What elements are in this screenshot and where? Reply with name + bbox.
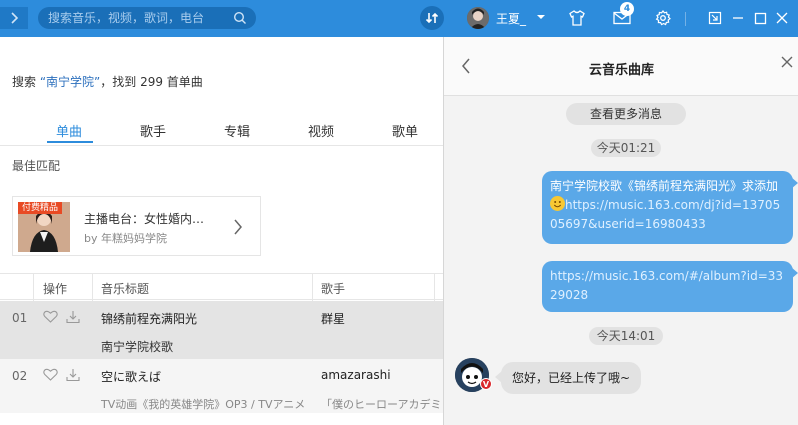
song-artist[interactable]: amazarashi <box>321 368 391 382</box>
received-message-bubble: 您好，已经上传了哦~ <box>501 362 642 394</box>
bubble-tail <box>791 177 798 189</box>
timestamp: 今天01:21 <box>591 139 661 157</box>
search-icon[interactable] <box>233 11 247 25</box>
card-by-prefix: by <box>84 232 101 245</box>
header-actions: 操作 <box>43 282 68 296</box>
search-result-count: ，找到 299 首单曲 <box>100 75 203 89</box>
smiley-emoji-icon <box>550 196 565 211</box>
sent-message-bubble: https://music.163.com/#/album?id=3329028 <box>542 261 793 312</box>
search-summary-prefix: 搜索 <box>12 75 40 89</box>
tab-songs[interactable]: 单曲 <box>56 121 82 140</box>
song-alias: TV动画《我的英雄学院》OP3 / TVアニメ <box>101 398 306 411</box>
nav-back-icon <box>11 12 19 24</box>
card-subtitle: by 年糕妈妈学院 <box>84 230 167 246</box>
nav-back-button[interactable] <box>0 7 28 29</box>
best-match-card[interactable]: 付费精品 主播电台：女性婚内… by 年糕妈妈学院 <box>12 196 261 256</box>
tab-playlists[interactable]: 歌单 <box>392 121 418 140</box>
tab-artists[interactable]: 歌手 <box>140 121 166 140</box>
minimize-icon[interactable] <box>727 7 749 29</box>
tab-videos[interactable]: 视频 <box>308 121 334 140</box>
bubble-tail <box>791 267 798 279</box>
card-cover-image: 付费精品 <box>18 202 70 252</box>
mini-mode-icon[interactable] <box>704 7 726 29</box>
chevron-right-icon <box>234 219 242 235</box>
search-input[interactable] <box>48 11 228 25</box>
close-icon[interactable] <box>771 7 793 29</box>
close-icon[interactable] <box>781 56 793 68</box>
song-artist[interactable]: 群星 <box>321 310 345 327</box>
table-row <box>0 413 443 425</box>
user-name[interactable]: 王夏_ <box>496 10 526 27</box>
download-icon[interactable] <box>66 368 80 382</box>
message-title: 云音乐曲库 <box>588 63 654 78</box>
vip-badge: V <box>480 378 492 390</box>
card-title: 主播电台：女性婚内… <box>84 212 205 226</box>
sync-icon[interactable] <box>420 6 444 30</box>
tshirt-icon[interactable] <box>566 7 588 29</box>
best-match-heading: 最佳匹配 <box>12 159 61 173</box>
row-index: 01 <box>12 311 28 325</box>
timestamp: 今天14:01 <box>589 327 663 345</box>
tab-albums[interactable]: 专辑 <box>224 121 250 140</box>
song-title[interactable]: 锦绣前程充满阳光 <box>101 310 197 327</box>
tabs-divider <box>0 145 443 146</box>
search-keyword: “南宁学院” <box>39 75 101 89</box>
download-icon[interactable] <box>66 310 80 324</box>
top-bar: 王夏_ 4 <box>0 0 798 37</box>
header-artist[interactable]: 歌手 <box>321 280 345 297</box>
paid-badge: 付费精品 <box>18 202 63 214</box>
table-row[interactable]: 02 空に歌えば amazarashi TV动画《我的英雄学院》OP3 / TV… <box>0 359 443 413</box>
search-summary: 搜索 “南宁学院”，找到 299 首单曲 <box>12 73 203 90</box>
table-row[interactable]: 01 锦绣前程充满阳光 群星 南宁学院校歌 <box>0 301 443 359</box>
message-text: 南宁学院校歌《锦绣前程充满阳光》求添加 <box>550 179 779 193</box>
toolbar-divider <box>685 12 686 26</box>
song-alias-artist: 「僕のヒーローアカデミ <box>321 398 442 411</box>
heart-icon[interactable] <box>43 368 58 381</box>
header-title[interactable]: 音乐标题 <box>101 280 149 297</box>
row-index: 02 <box>12 369 28 383</box>
song-title[interactable]: 空に歌えば <box>101 368 161 385</box>
result-tabs: 单曲 歌手 专辑 视频 歌单 <box>0 121 443 151</box>
gear-icon[interactable] <box>652 7 674 29</box>
table-header: 操作 音乐标题 歌手 <box>0 273 443 301</box>
mail-count-badge: 4 <box>620 2 634 16</box>
view-more-messages-button[interactable]: 查看更多消息 <box>566 103 686 125</box>
user-avatar[interactable] <box>467 7 489 29</box>
message-header: 云音乐曲库 <box>444 37 798 96</box>
chevron-down-icon[interactable] <box>535 9 547 25</box>
message-link[interactable]: https://music.163.com/dj?id=1370505697&u… <box>550 198 780 231</box>
message-panel: 云音乐曲库 查看更多消息 今天01:21 南宁学院校歌《锦绣前程充满阳光》求添加… <box>443 37 798 425</box>
heart-icon[interactable] <box>43 310 58 323</box>
sent-message-bubble: 南宁学院校歌《锦绣前程充满阳光》求添加 https://music.163.co… <box>542 171 793 244</box>
message-link[interactable]: https://music.163.com/#/album?id=3329028 <box>550 269 783 302</box>
search-box[interactable] <box>38 7 256 29</box>
active-tab-indicator <box>47 141 93 143</box>
song-lyric-match: 南宁学院校歌 <box>101 340 174 354</box>
card-author: 年糕妈妈学院 <box>101 232 167 245</box>
maximize-icon[interactable] <box>749 7 771 29</box>
